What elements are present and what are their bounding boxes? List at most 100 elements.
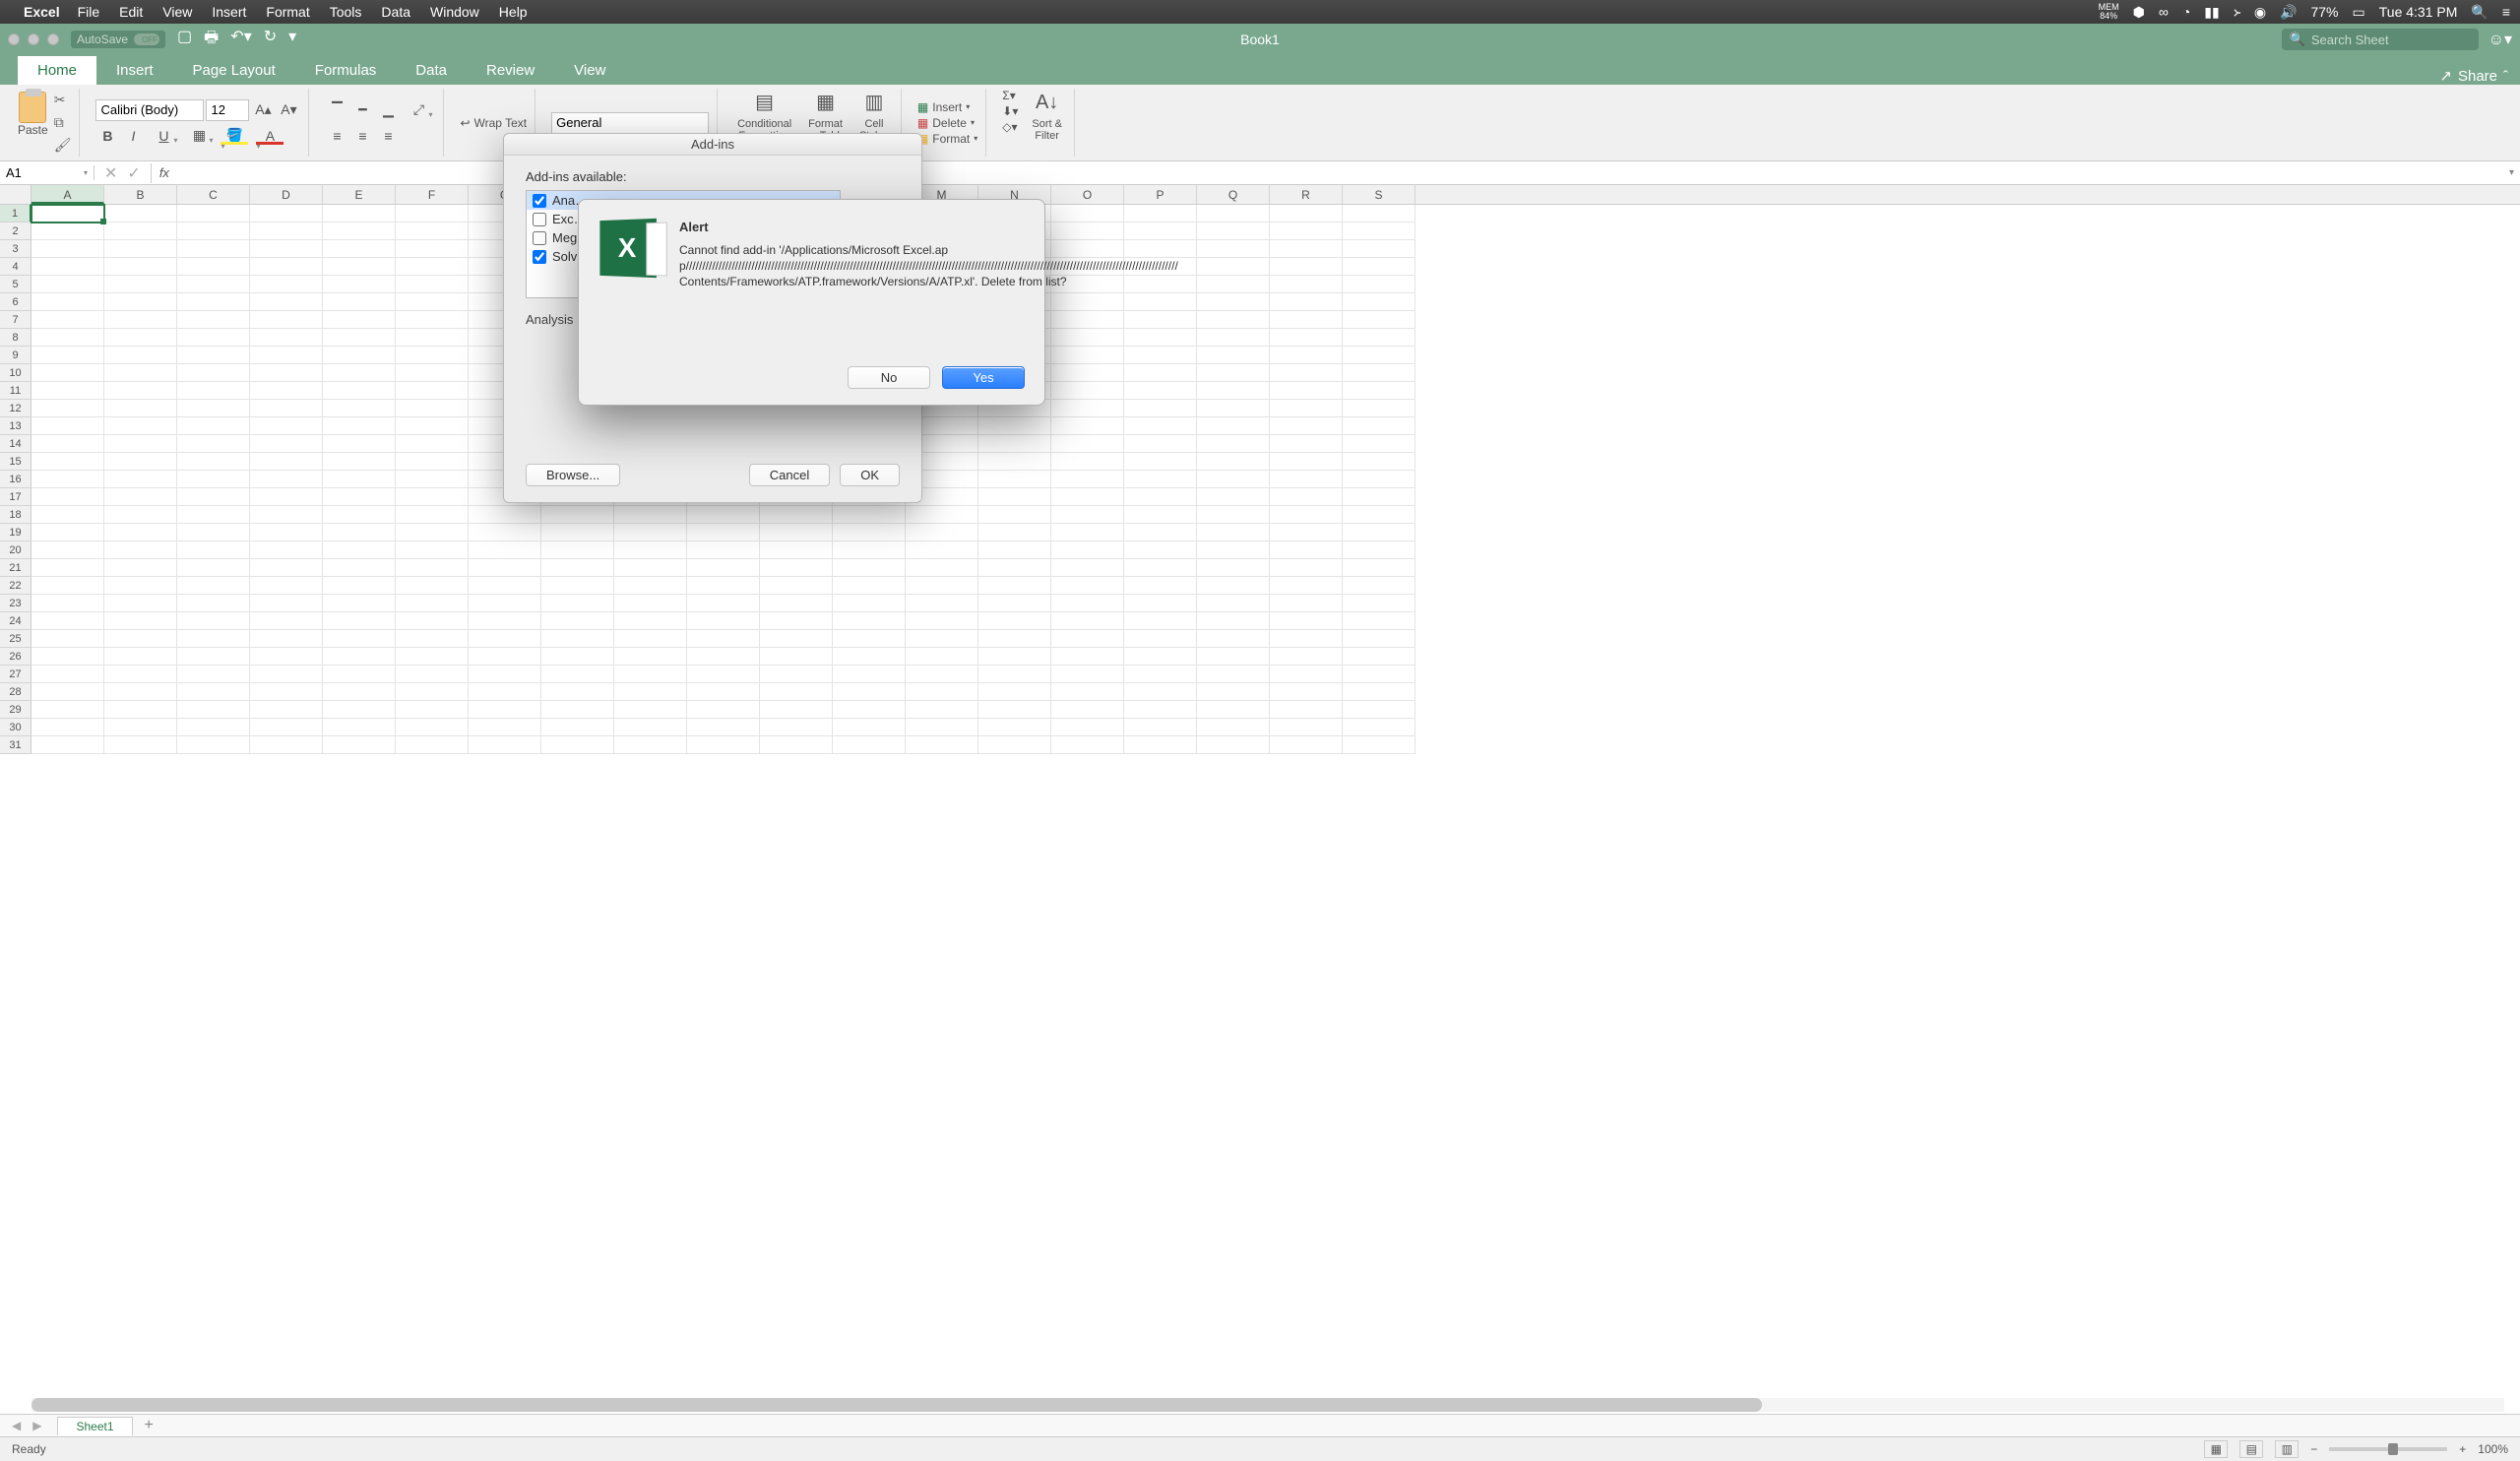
cell[interactable] <box>250 311 323 329</box>
cell[interactable] <box>541 736 614 754</box>
cell[interactable] <box>323 719 396 736</box>
cell[interactable] <box>104 435 177 453</box>
cell[interactable] <box>104 541 177 559</box>
cell[interactable] <box>396 276 469 293</box>
cell[interactable] <box>32 524 104 541</box>
col-header[interactable]: Q <box>1197 185 1270 204</box>
fill-color-button[interactable]: 🪣 <box>218 125 251 147</box>
cell[interactable] <box>1270 329 1343 347</box>
menuextra-icon[interactable]: ▮▮ <box>2204 4 2219 21</box>
app-name[interactable]: Excel <box>24 4 60 20</box>
cell[interactable] <box>1051 311 1124 329</box>
cell[interactable] <box>833 577 906 595</box>
menu-view[interactable]: View <box>162 4 192 20</box>
cell[interactable] <box>177 524 250 541</box>
cell[interactable] <box>469 683 541 701</box>
orientation-icon[interactable]: ⤢ <box>402 99 435 121</box>
fill-button[interactable]: ⬇▾ <box>1002 104 1018 118</box>
row-header[interactable]: 25 <box>0 630 32 648</box>
qat-save-icon[interactable]: ▢ <box>177 27 192 53</box>
cell[interactable] <box>323 205 396 222</box>
cell[interactable] <box>32 453 104 471</box>
col-header[interactable]: D <box>250 185 323 204</box>
cell[interactable] <box>250 453 323 471</box>
cell[interactable] <box>323 240 396 258</box>
menuextra-icon[interactable]: ◔ <box>2182 4 2190 20</box>
cell[interactable] <box>1124 329 1197 347</box>
cell[interactable] <box>32 417 104 435</box>
cell[interactable] <box>1197 400 1270 417</box>
cell[interactable] <box>1270 364 1343 382</box>
cell[interactable] <box>32 612 104 630</box>
cell[interactable] <box>760 666 833 683</box>
addin-checkbox[interactable] <box>533 213 546 226</box>
cell[interactable] <box>1197 612 1270 630</box>
cell[interactable] <box>833 736 906 754</box>
cell[interactable] <box>177 293 250 311</box>
cell[interactable] <box>541 595 614 612</box>
underline-button[interactable]: U <box>147 125 180 147</box>
cell[interactable] <box>32 240 104 258</box>
cell[interactable] <box>250 506 323 524</box>
cell[interactable] <box>1343 311 1416 329</box>
cell[interactable] <box>177 595 250 612</box>
cell[interactable] <box>1343 258 1416 276</box>
cell[interactable] <box>906 595 978 612</box>
cell[interactable] <box>396 488 469 506</box>
cell[interactable] <box>1051 347 1124 364</box>
cell[interactable] <box>104 329 177 347</box>
cell[interactable] <box>1270 488 1343 506</box>
cell[interactable] <box>1051 471 1124 488</box>
cell[interactable] <box>1343 240 1416 258</box>
cell[interactable] <box>104 453 177 471</box>
cell[interactable] <box>760 577 833 595</box>
cell[interactable] <box>687 612 760 630</box>
cell[interactable] <box>250 276 323 293</box>
cell[interactable] <box>978 435 1051 453</box>
cell[interactable] <box>1197 577 1270 595</box>
cell[interactable] <box>1343 453 1416 471</box>
cell[interactable] <box>1197 683 1270 701</box>
cell[interactable] <box>1051 382 1124 400</box>
cell[interactable] <box>396 719 469 736</box>
cell[interactable] <box>687 524 760 541</box>
insert-cells-button[interactable]: ▦Insert▾ <box>917 100 977 114</box>
cell[interactable] <box>541 719 614 736</box>
wifi-icon[interactable]: ◉ <box>2254 4 2266 21</box>
cell[interactable] <box>177 364 250 382</box>
cell[interactable] <box>1197 559 1270 577</box>
cell[interactable] <box>32 364 104 382</box>
cell[interactable] <box>1270 293 1343 311</box>
cell[interactable] <box>833 612 906 630</box>
cell[interactable] <box>323 222 396 240</box>
cell[interactable] <box>104 736 177 754</box>
menu-format[interactable]: Format <box>266 4 309 20</box>
cut-icon[interactable]: ✂ <box>54 92 72 108</box>
cell[interactable] <box>177 382 250 400</box>
cell[interactable] <box>687 719 760 736</box>
minimize-window[interactable] <box>28 33 39 45</box>
cell[interactable] <box>250 612 323 630</box>
cell[interactable] <box>104 400 177 417</box>
cell[interactable] <box>396 382 469 400</box>
cell[interactable] <box>1343 524 1416 541</box>
cell[interactable] <box>323 630 396 648</box>
italic-button[interactable]: I <box>121 125 145 147</box>
row-header[interactable]: 29 <box>0 701 32 719</box>
row-header[interactable]: 11 <box>0 382 32 400</box>
cell[interactable] <box>177 666 250 683</box>
cell[interactable] <box>1197 648 1270 666</box>
user-account-icon[interactable]: ☺▾ <box>2488 30 2512 49</box>
cell[interactable] <box>396 559 469 577</box>
cell[interactable] <box>978 471 1051 488</box>
number-format-combo[interactable] <box>551 112 709 134</box>
cell[interactable] <box>1343 205 1416 222</box>
cell[interactable] <box>687 506 760 524</box>
cell[interactable] <box>1124 577 1197 595</box>
cell[interactable] <box>1051 666 1124 683</box>
cell[interactable] <box>32 488 104 506</box>
cell[interactable] <box>250 471 323 488</box>
cell[interactable] <box>32 630 104 648</box>
font-size-combo[interactable] <box>206 99 249 121</box>
col-header[interactable]: F <box>396 185 469 204</box>
